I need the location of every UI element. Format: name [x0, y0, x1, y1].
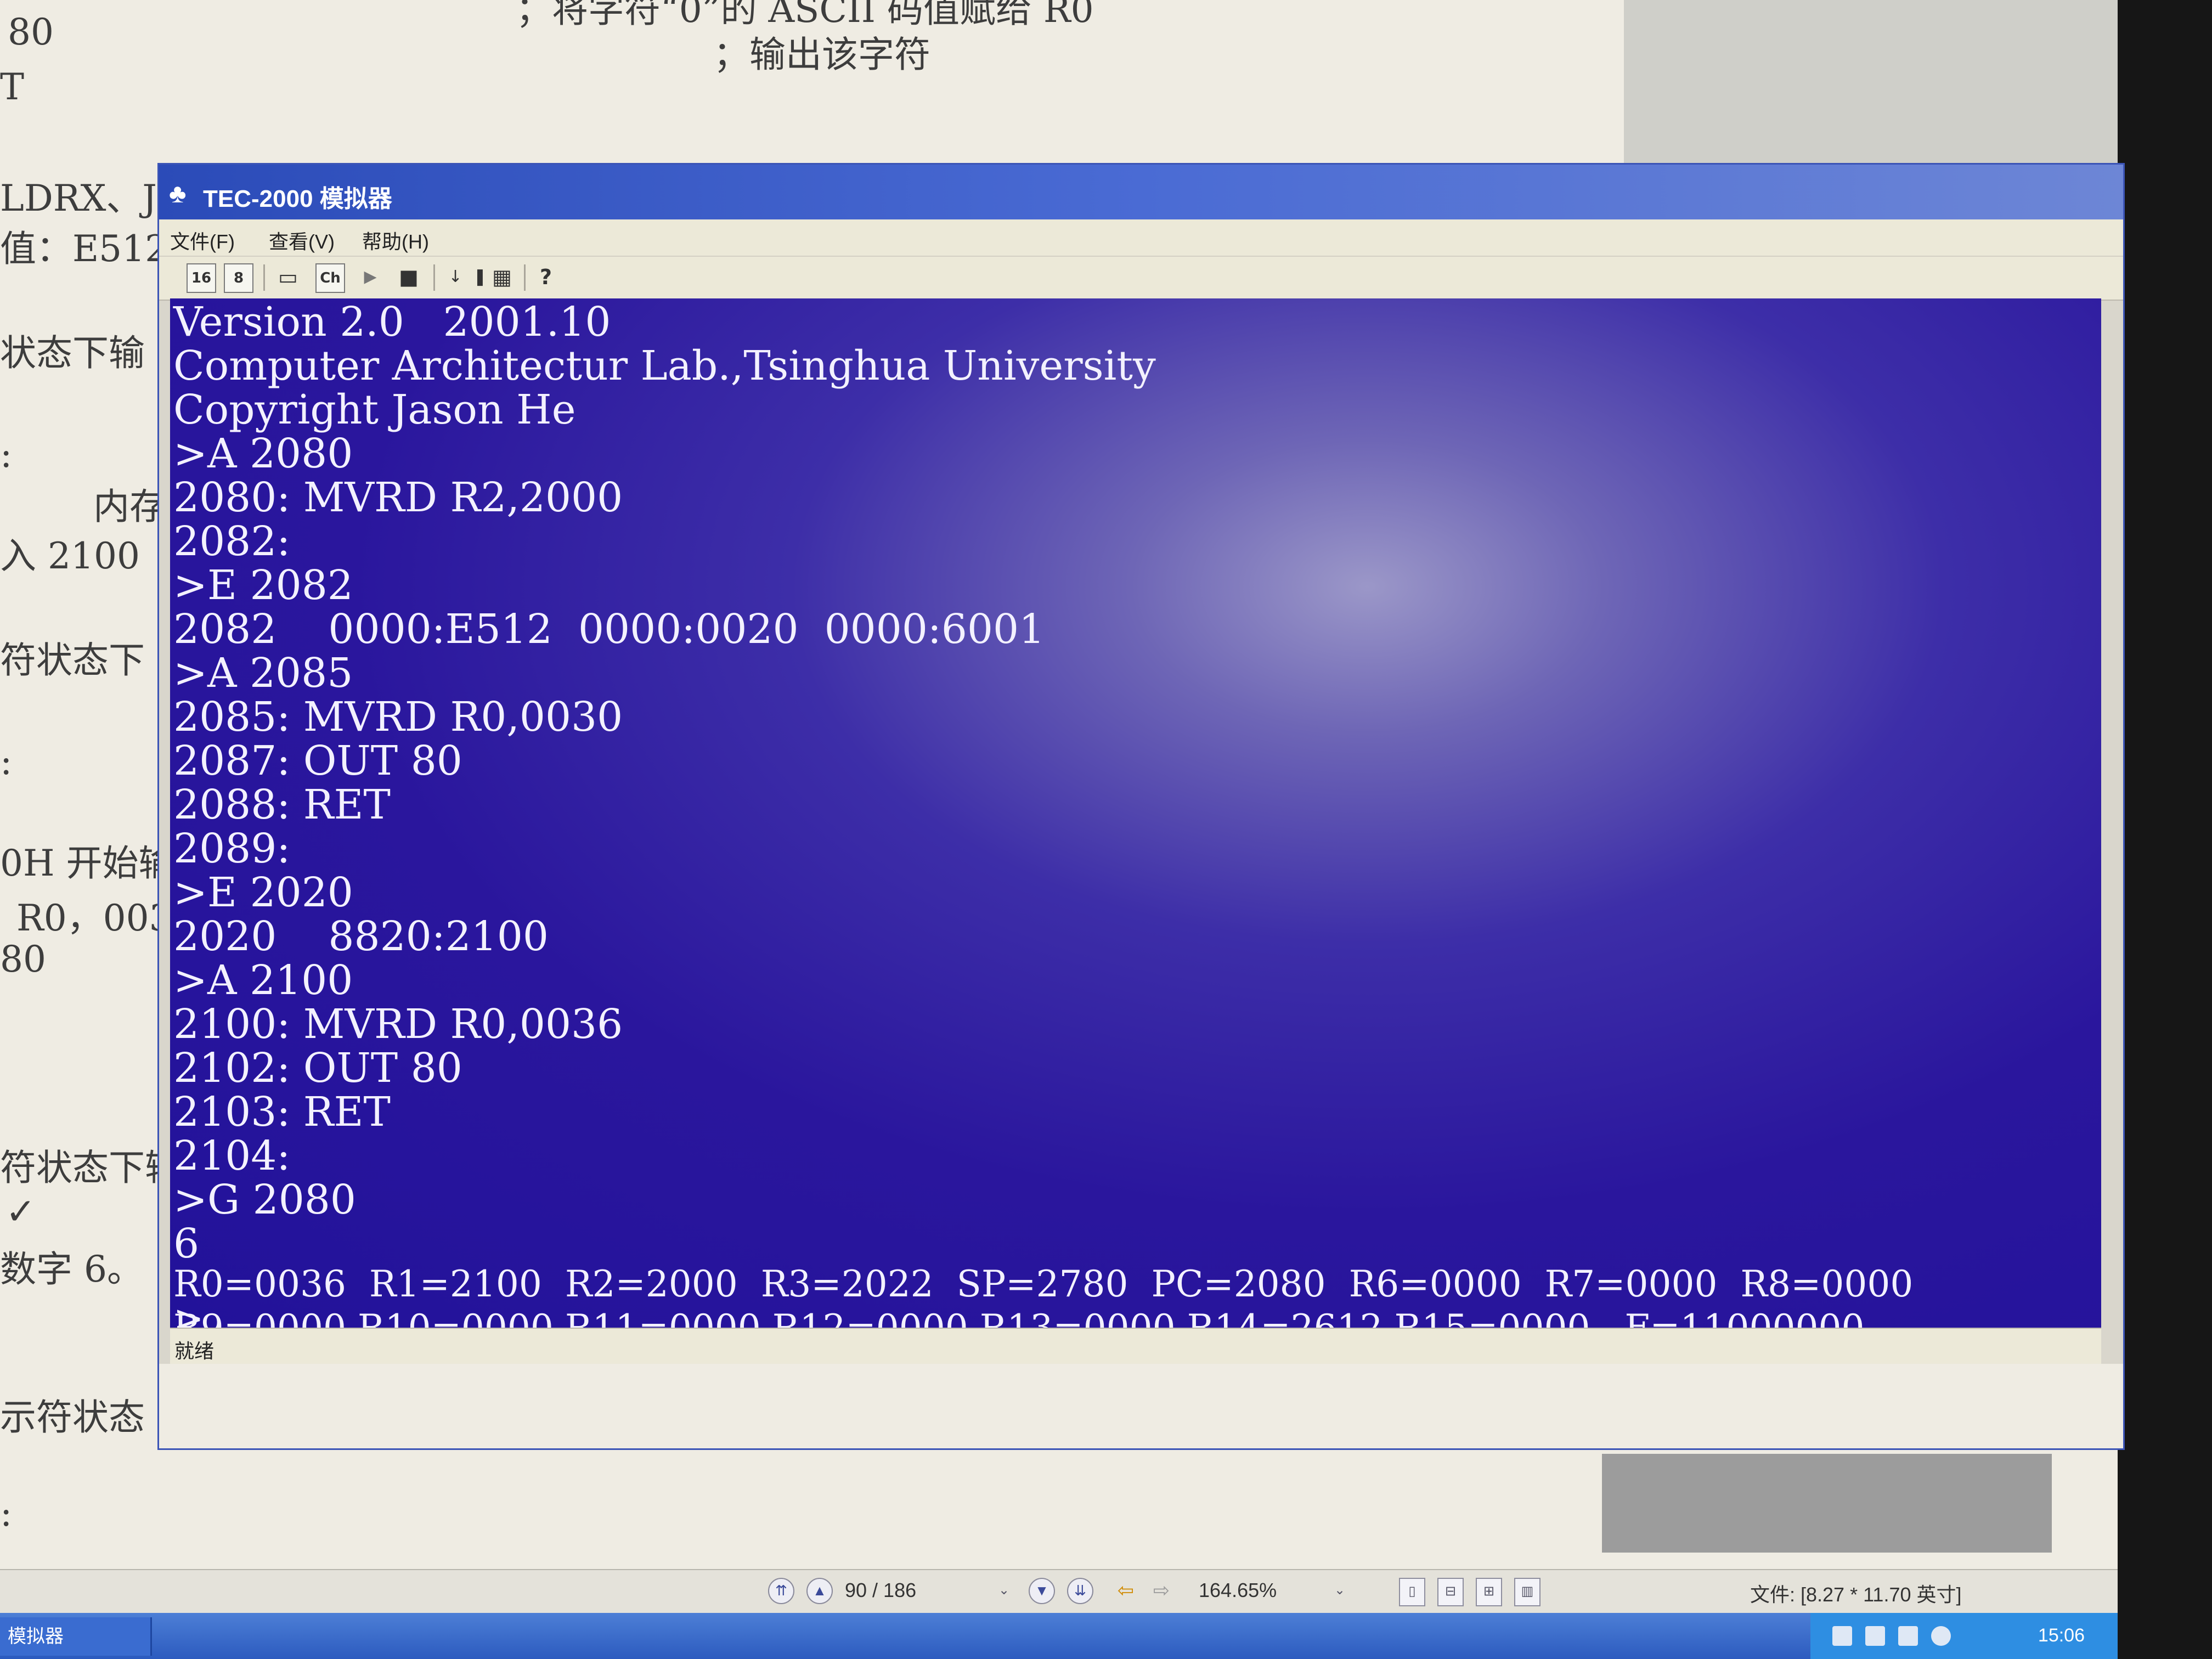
breakpoint-icon[interactable]: ▦: [488, 263, 516, 291]
run-icon[interactable]: ▶: [357, 263, 384, 291]
doc-line: 内存: [93, 486, 166, 528]
terminal-line: 2085: MVRD R0,0030: [173, 693, 623, 741]
doc-line: :: [0, 433, 13, 476]
step-into-icon[interactable]: ↓: [442, 263, 469, 291]
terminal-line: 2104:: [173, 1132, 291, 1180]
page-indicator[interactable]: 90 / 186: [845, 1579, 916, 1602]
window-title: TEC-2000 模拟器: [203, 185, 392, 212]
stop-icon[interactable]: ■: [395, 263, 422, 291]
terminal-line: 2082 0000:E512 0000:0020 0000:6001: [173, 606, 1045, 653]
character-mode-icon[interactable]: Ch: [315, 263, 345, 293]
doc-line: :: [0, 1492, 13, 1534]
terminal-line: 2087: OUT 80: [173, 737, 462, 785]
terminal-line: 2082:: [173, 518, 291, 565]
terminal-line: Copyright Jason He: [173, 386, 576, 433]
doc-line: 值：E512: [0, 228, 168, 270]
terminal-line: Version 2.0 2001.10: [173, 298, 611, 346]
menu-view[interactable]: 查看(V): [269, 226, 335, 255]
facing-view-icon[interactable]: ⊞: [1476, 1578, 1502, 1606]
zoom-dropdown-chevron-icon[interactable]: ⌄: [1328, 1578, 1352, 1604]
terminal-line: >G 2080: [173, 1176, 356, 1223]
last-page-icon[interactable]: ⇊: [1067, 1578, 1093, 1604]
next-page-icon[interactable]: ▼: [1029, 1578, 1055, 1604]
doc-line: ；输出该字符: [713, 33, 930, 76]
network-icon[interactable]: [1898, 1626, 1918, 1646]
forward-arrow-icon[interactable]: ⇨: [1149, 1578, 1173, 1604]
pdf-viewer-status-bar: ⇈ ▲ 90 / 186 ⌄ ▼ ⇊ ⇦ ⇨ 164.65% ⌄ ▯ ⊟ ⊞ ▥…: [0, 1569, 2118, 1614]
hex16-mode-icon[interactable]: 16: [187, 263, 216, 293]
terminal-line: >E 2082: [173, 562, 353, 609]
terminal-line: 2100: MVRD R0,0036: [173, 1001, 623, 1048]
doc-line: ✓: [5, 1190, 36, 1233]
app-icon: ♣: [169, 179, 187, 208]
doc-line: 示符状态: [0, 1396, 145, 1438]
toolbar-separator: [263, 264, 265, 291]
doc-line: 80: [0, 938, 46, 980]
window-bottom-area: [159, 1364, 2123, 1448]
continuous-facing-view-icon[interactable]: ▥: [1514, 1578, 1541, 1606]
toolbar-separator: [433, 264, 435, 291]
doc-line: 状态下输: [0, 332, 145, 374]
terminal-line: 6: [173, 1220, 200, 1267]
terminal-output[interactable]: Version 2.0 2001.10 Computer Architectur…: [170, 298, 2101, 1328]
page-size-label: 文件: [8.27 * 11.70 英寸]: [1750, 1583, 1962, 1606]
doc-line: :: [0, 741, 13, 783]
help-question-icon[interactable]: ?: [532, 263, 560, 291]
zoom-level[interactable]: 164.65%: [1199, 1579, 1277, 1602]
system-tray: 15:06: [1810, 1613, 2118, 1659]
clock: 15:06: [2038, 1625, 2085, 1646]
menu-file[interactable]: 文件(F): [170, 226, 235, 255]
document-side-panel-lower: [1602, 1454, 2052, 1553]
terminal-line: 2088: RET: [173, 781, 391, 828]
terminal-line: 2080: MVRD R2,2000: [173, 474, 623, 521]
keyboard-icon[interactable]: [1832, 1626, 1852, 1646]
single-page-view-icon[interactable]: ▯: [1399, 1578, 1425, 1606]
page-dropdown-chevron-icon[interactable]: ⌄: [992, 1578, 1016, 1604]
terminal-line: >E 2020: [173, 869, 353, 916]
terminal-line: >A 2085: [173, 650, 353, 697]
doc-line: T: [0, 66, 25, 108]
register-dump-line: R9=0000 R10=0000 R11=0000 R12=0000 R13=0…: [173, 1307, 1864, 1328]
terminal-line: >A 2100: [173, 957, 353, 1004]
text-cursor: [204, 1295, 226, 1331]
doc-line: 数字 6。: [0, 1248, 143, 1290]
doc-line: 入 2100: [0, 535, 140, 577]
terminal-line: 2020 8820:2100: [173, 913, 549, 960]
volume-icon[interactable]: [1931, 1626, 1951, 1646]
taskbar: 模拟器 15:06: [0, 1613, 2118, 1659]
doc-line: 符状态下输: [0, 1147, 181, 1189]
menu-bar: 文件(F) 查看(V) 帮助(H): [159, 219, 2123, 256]
register-dump-line: R0=0036 R1=2100 R2=2000 R3=2022 SP=2780 …: [173, 1263, 1914, 1305]
first-page-icon[interactable]: ⇈: [768, 1578, 794, 1604]
window-status-bar: 就绪: [170, 1328, 2101, 1365]
window-titlebar[interactable]: ♣ TEC-2000 模拟器: [159, 165, 2123, 219]
terminal-line: 2103: RET: [173, 1088, 391, 1136]
memory-view-icon[interactable]: ▭: [274, 263, 302, 291]
menu-help[interactable]: 帮助(H): [362, 226, 429, 255]
back-arrow-icon[interactable]: ⇦: [1114, 1578, 1138, 1604]
continuous-view-icon[interactable]: ⊟: [1437, 1578, 1464, 1606]
doc-line: 0H 开始输: [0, 842, 175, 884]
help-icon[interactable]: [1865, 1626, 1885, 1646]
toolbar-separator: [524, 264, 526, 291]
doc-line: 80: [8, 11, 54, 53]
taskbar-button-emulator[interactable]: 模拟器: [0, 1617, 152, 1656]
monitor-bezel: [2118, 0, 2212, 1659]
previous-page-icon[interactable]: ▲: [806, 1578, 833, 1604]
status-text: 就绪: [174, 1340, 215, 1362]
doc-line: 符状态下: [0, 639, 145, 681]
terminal-line: >A 2080: [173, 430, 353, 477]
toolbar: 16 8 ▭ Ch ▶ ■ ↓ ❚ ▦ ?: [159, 256, 2123, 301]
emulator-window: ♣ TEC-2000 模拟器 文件(F) 查看(V) 帮助(H) 16 8 ▭ …: [159, 165, 2123, 1448]
octal8-mode-icon[interactable]: 8: [224, 263, 253, 293]
terminal-line: Computer Architectur Lab.,Tsinghua Unive…: [173, 342, 1156, 390]
terminal-line: 2089:: [173, 825, 291, 872]
terminal-line: 2102: OUT 80: [173, 1045, 462, 1092]
